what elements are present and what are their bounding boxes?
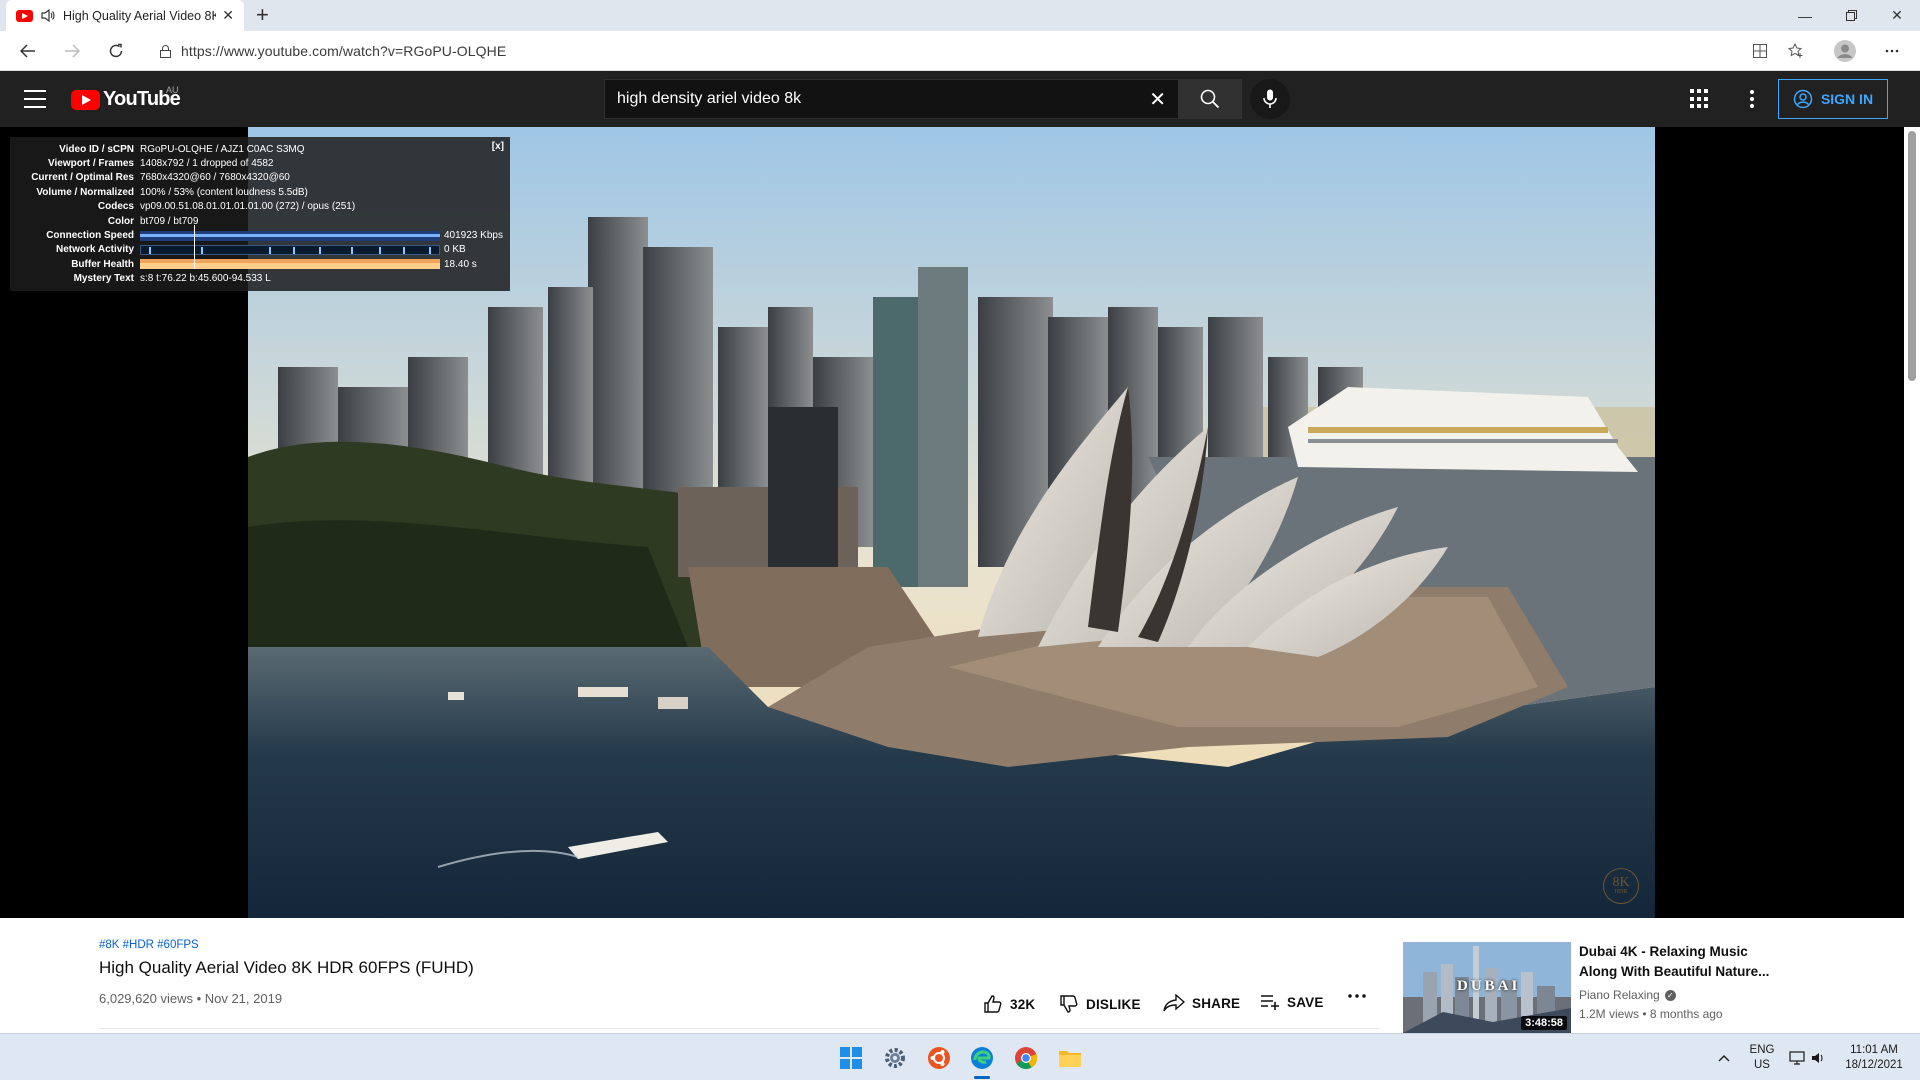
windows-start-icon[interactable] — [837, 1044, 865, 1072]
browser-tab-bar: High Quality Aerial Video 8K ✕ + — ✕ — [0, 0, 1920, 31]
mouse-cursor — [194, 225, 195, 269]
active-app-indicator — [974, 1076, 990, 1079]
stats-row: Color bt709 / bt709 — [107, 215, 199, 227]
stats-row: Viewport / Frames 1408x792 / 1 dropped of… — [48, 158, 274, 170]
clear-search-icon[interactable]: ✕ — [1149, 87, 1166, 112]
clock[interactable]: 11:01 AM 18/12/2021 — [1838, 1034, 1910, 1080]
like-count: 32K — [1010, 996, 1036, 1012]
share-label: SHARE — [1192, 995, 1241, 1011]
input-language-indicator[interactable]: ENG US — [1744, 1034, 1780, 1080]
voice-search-button[interactable] — [1250, 79, 1290, 119]
save-button[interactable]: SAVE — [1260, 994, 1324, 1010]
forward-icon[interactable] — [58, 38, 86, 64]
stats-row: Video ID / sCPN RGoPU-OLQHE / AJZ1 C0AC S… — [59, 143, 305, 155]
stats-close-button[interactable]: [x] — [492, 141, 504, 152]
video-info-section: #8K #HDR #60FPS High Quality Aerial Vide… — [0, 918, 1904, 1033]
stats-for-nerds-panel: [x] Video ID / sCPN RGoPU-OLQHE / AJZ1 C0… — [10, 137, 510, 291]
scrollbar-thumb[interactable] — [1908, 131, 1916, 381]
search-button[interactable] — [1178, 79, 1242, 119]
browser-tab[interactable]: High Quality Aerial Video 8K ✕ — [6, 0, 244, 31]
search-icon — [1200, 89, 1220, 109]
recommended-channel[interactable]: Piano Relaxing ✓ — [1579, 988, 1676, 1002]
youtube-masthead: YouTube AU high density ariel video 8k ✕… — [0, 71, 1920, 127]
network-activity-graph — [140, 244, 440, 255]
file-explorer-icon[interactable] — [1056, 1044, 1084, 1072]
network-icon[interactable] — [1786, 1034, 1808, 1080]
stats-row: Volume / Normalized 100% / 53% (content l… — [36, 186, 308, 198]
refresh-icon[interactable] — [102, 38, 130, 64]
thumbnail-dubai-text: DUBAI — [1457, 978, 1521, 994]
settings-more-icon[interactable] — [1742, 87, 1762, 111]
restore-icon[interactable] — [1828, 0, 1874, 31]
youtube-favicon-icon — [16, 9, 33, 22]
search-input[interactable]: high density ariel video 8k ✕ — [604, 79, 1178, 119]
close-window-icon[interactable]: ✕ — [1874, 0, 1920, 31]
back-icon[interactable] — [14, 38, 42, 64]
chrome-icon[interactable] — [1012, 1044, 1040, 1072]
tab-title: High Quality Aerial Video 8K — [63, 8, 217, 23]
url-text: https://www.youtube.com/watch?v=RGoPU-OL… — [181, 43, 507, 59]
lock-icon[interactable] — [160, 44, 171, 58]
favorites-icon[interactable] — [1782, 39, 1810, 63]
video-hashtags[interactable]: #8K #HDR #60FPS — [99, 939, 199, 951]
recommended-video-meta: 1.2M views • 8 months ago — [1579, 1007, 1723, 1021]
dislike-button[interactable]: DISLIKE — [1059, 994, 1141, 1014]
youtube-apps-icon[interactable] — [1690, 89, 1710, 109]
new-tab-icon[interactable]: + — [256, 4, 269, 26]
youtube-play-logo-icon — [71, 89, 100, 110]
show-hidden-icons-icon[interactable] — [1714, 1034, 1734, 1080]
more-horizontal-icon — [1348, 994, 1366, 998]
settings-gear-icon[interactable] — [881, 1044, 909, 1072]
channel-name: Piano Relaxing — [1579, 988, 1660, 1002]
guide-menu-icon[interactable] — [24, 90, 46, 114]
page-scrollbar[interactable] — [1904, 127, 1920, 1033]
country-code: AU — [166, 85, 179, 95]
like-button[interactable]: 32K — [983, 994, 1035, 1014]
mystery-text-row: Mystery Text s:8 t:76.22 b:45.600-94.533… — [73, 273, 271, 285]
8k-hdr-watermark: 8K HDR — [1603, 868, 1639, 904]
windows-taskbar: ENG US 11:01 AM 18/12/2021 — [0, 1033, 1920, 1080]
edge-browser-icon[interactable] — [968, 1044, 996, 1072]
sign-in-label: SIGN IN — [1820, 91, 1874, 107]
thumbs-down-icon — [1060, 995, 1078, 1013]
connection-speed-row: Connection Speed 401923 Kbps — [46, 230, 503, 242]
recommended-video-title[interactable]: Dubai 4K - Relaxing Music Along With Bea… — [1579, 942, 1779, 982]
search-query: high density ariel video 8k — [617, 90, 802, 107]
recommended-video-thumbnail[interactable]: DUBAI 3:48:58 — [1403, 942, 1571, 1033]
account-circle-icon — [1793, 89, 1813, 109]
volume-icon[interactable] — [1808, 1034, 1828, 1080]
verified-check-icon: ✓ — [1664, 989, 1676, 1001]
connection-speed-graph — [140, 230, 440, 241]
minimize-icon[interactable]: — — [1782, 0, 1828, 31]
more-actions-button[interactable] — [1348, 994, 1366, 998]
apps-available-icon[interactable] — [1746, 39, 1774, 63]
playlist-add-icon — [1261, 995, 1279, 1010]
buffer-health-graph — [140, 259, 440, 270]
network-activity-row: Network Activity 0 KB — [56, 244, 466, 256]
microphone-icon — [1263, 89, 1277, 108]
video-player[interactable]: 8K HDR [x] Video ID / sCPN RGoPU-OLQHE / … — [0, 127, 1904, 918]
dislike-label: DISLIKE — [1086, 996, 1141, 1012]
info-divider — [99, 1028, 1379, 1029]
speaker-icon[interactable] — [41, 9, 55, 22]
address-bar: https://www.youtube.com/watch?v=RGoPU-OL… — [0, 31, 1920, 71]
stats-row: Codecs vp09.00.51.08.01.01.01.01.00 (272)… — [97, 201, 356, 213]
share-button[interactable]: SHARE — [1163, 994, 1240, 1012]
buffer-health-row: Buffer Health 18.40 s — [71, 258, 477, 270]
video-views-date: 6,029,620 views • Nov 21, 2019 — [99, 991, 283, 1006]
sign-in-button[interactable]: SIGN IN — [1778, 79, 1888, 119]
save-label: SAVE — [1287, 994, 1324, 1010]
youtube-logo[interactable]: YouTube AU — [71, 85, 181, 111]
share-icon — [1163, 994, 1185, 1012]
thumbs-up-icon — [984, 995, 1002, 1013]
ubuntu-icon[interactable] — [925, 1044, 953, 1072]
video-duration: 3:48:58 — [1521, 1016, 1567, 1030]
tab-close-icon[interactable]: ✕ — [222, 7, 234, 24]
stats-row: Current / Optimal Res 7680x4320@60 / 7680… — [31, 172, 290, 184]
video-title: High Quality Aerial Video 8K HDR 60FPS (… — [99, 958, 474, 977]
browser-menu-icon[interactable] — [1878, 39, 1906, 63]
profile-avatar-icon[interactable] — [1831, 39, 1859, 63]
url-bar[interactable]: https://www.youtube.com/watch?v=RGoPU-OL… — [148, 36, 1742, 66]
